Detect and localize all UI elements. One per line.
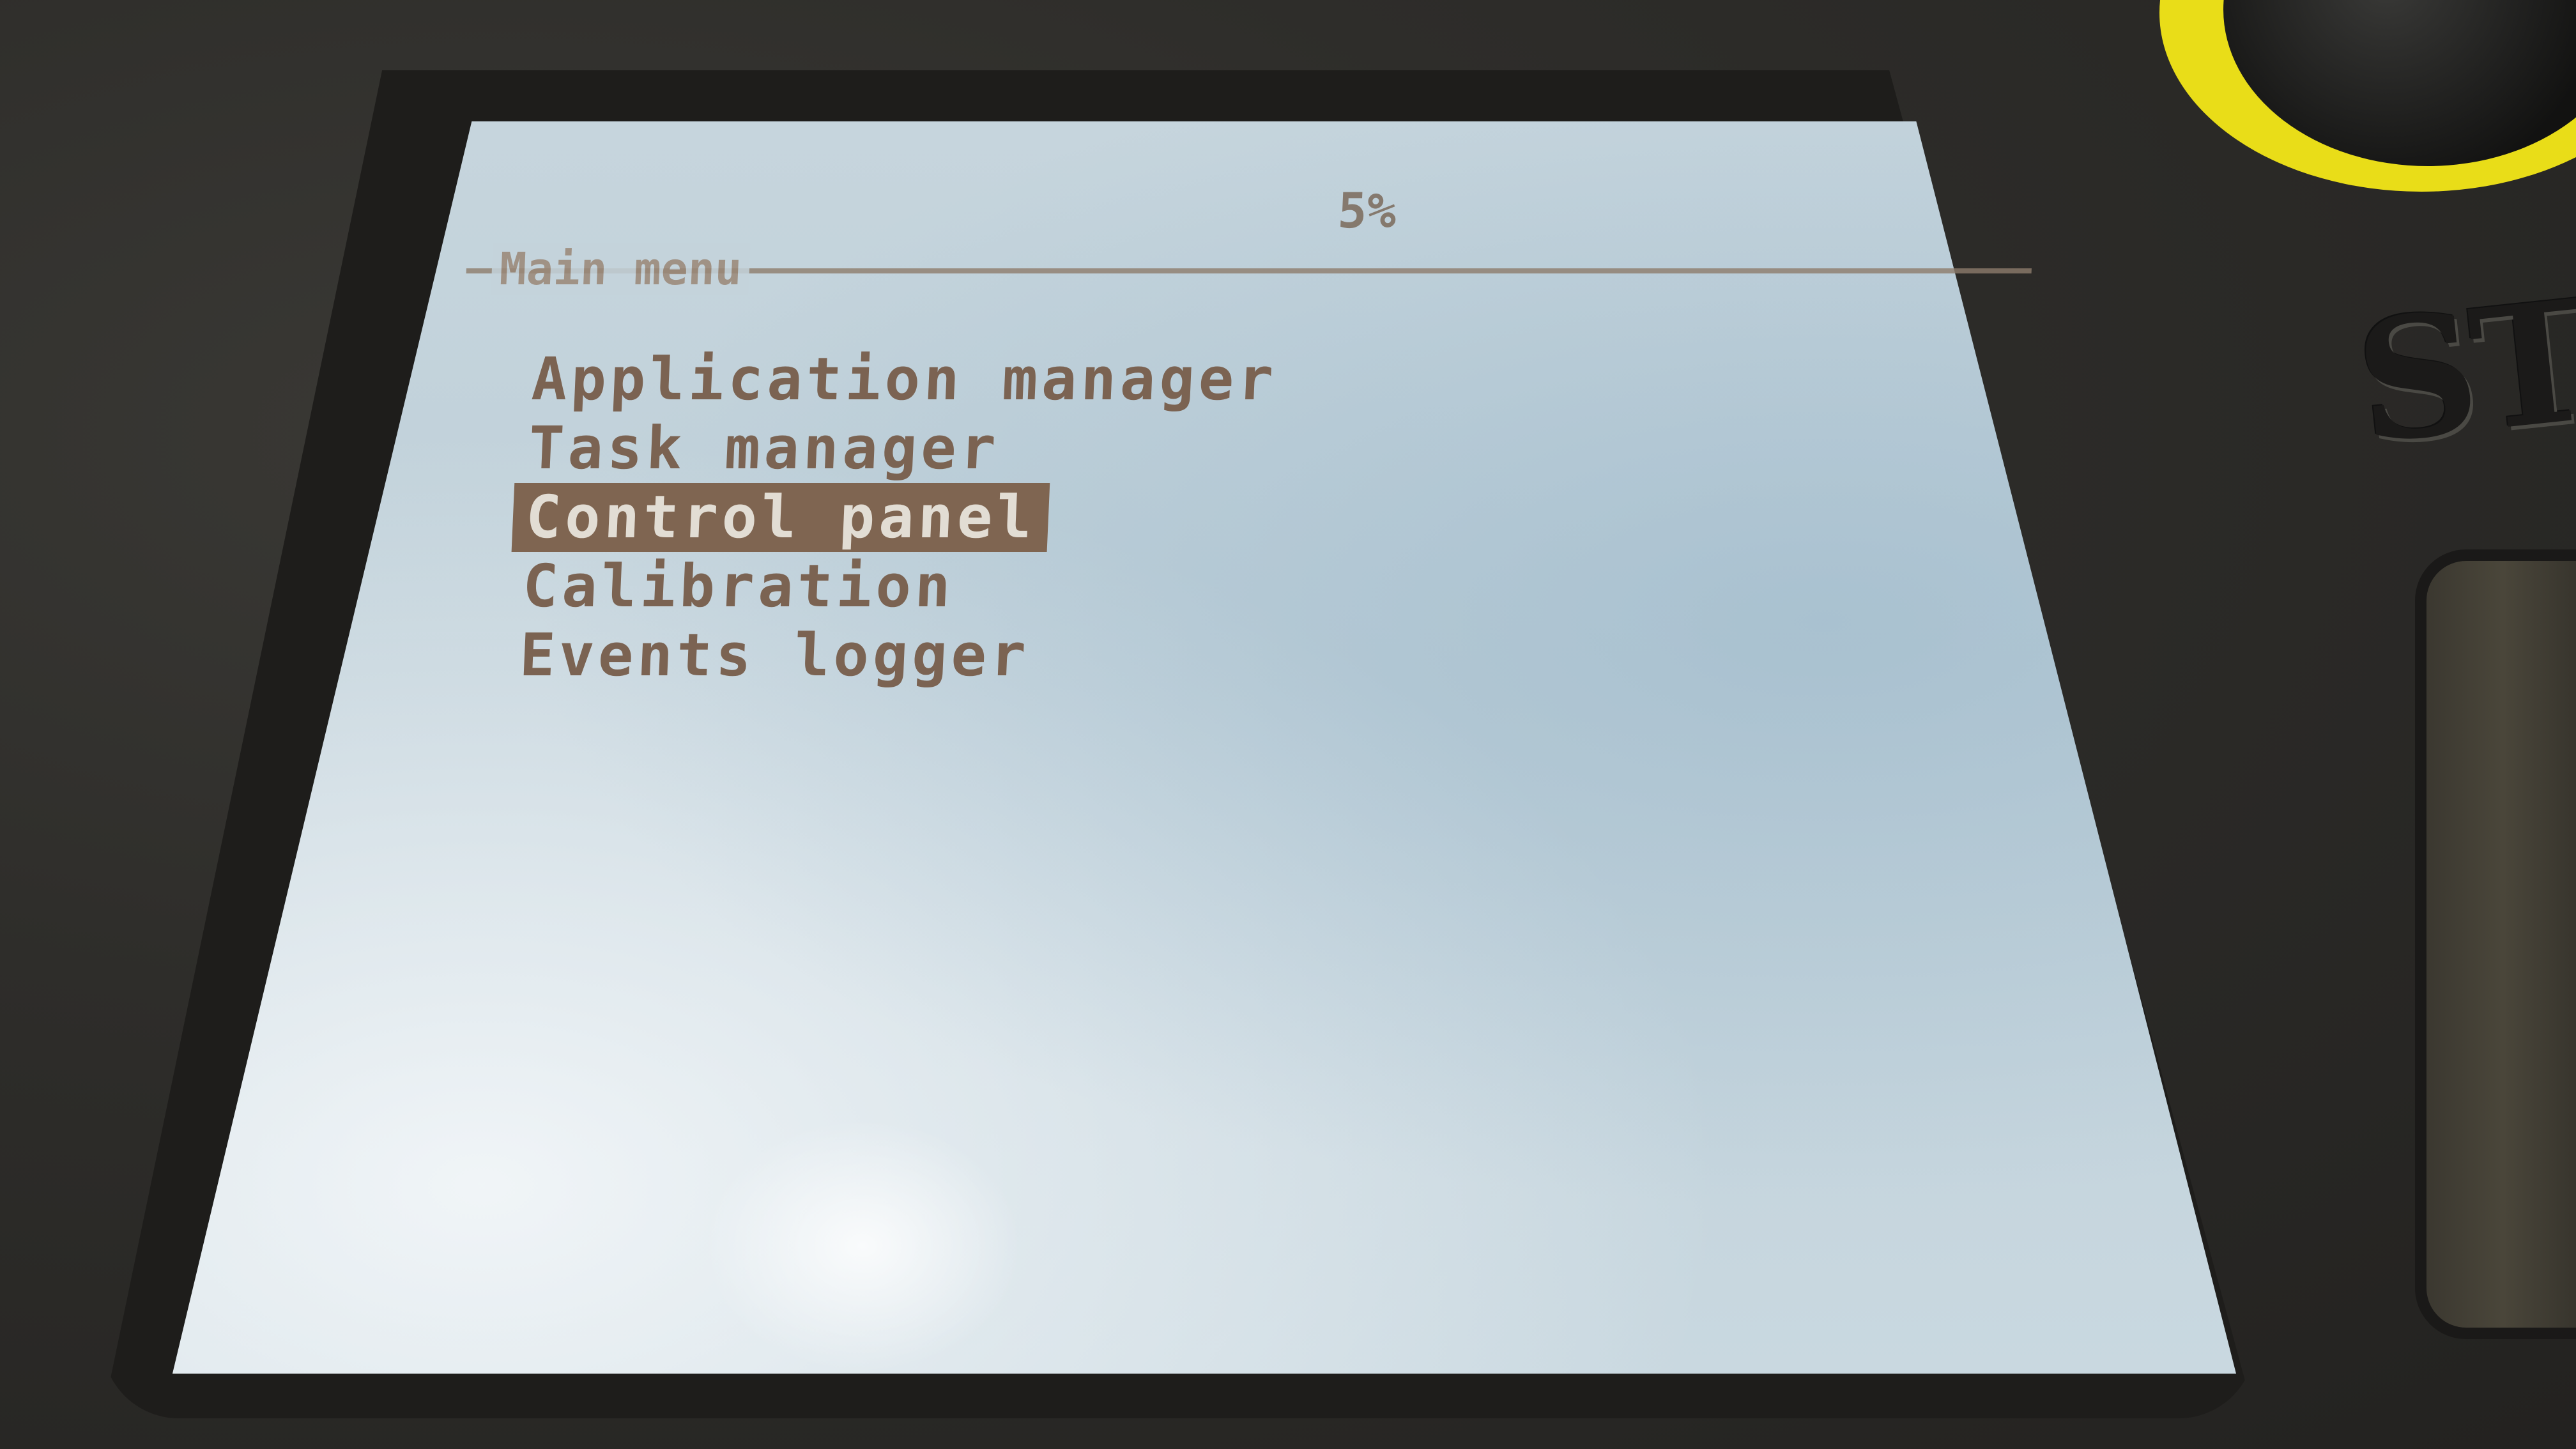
main-menu-list: Application manager Task manager Control…	[505, 345, 1291, 690]
battery-status-text: 5%	[1336, 182, 1398, 239]
menu-item-calibration[interactable]: Calibration	[509, 552, 969, 621]
menu-item-events-logger[interactable]: Events logger	[505, 621, 1044, 690]
menu-item-control-panel[interactable]: Control panel	[511, 483, 1050, 552]
lcd-content: 5% Main menu Application manager Task ma…	[118, 121, 2236, 1374]
menu-item-application-manager[interactable]: Application manager	[518, 345, 1291, 414]
menu-title: Main menu	[491, 243, 751, 295]
menu-item-task-manager[interactable]: Task manager	[514, 414, 1013, 483]
brand-logo: ST	[2348, 263, 2576, 482]
screen-glare	[703, 1118, 1022, 1374]
handheld-device: ST 5% Main menu Application manager Task…	[0, 0, 2576, 1449]
menu-header: Main menu	[465, 243, 2032, 300]
side-display-window	[2415, 549, 2576, 1339]
